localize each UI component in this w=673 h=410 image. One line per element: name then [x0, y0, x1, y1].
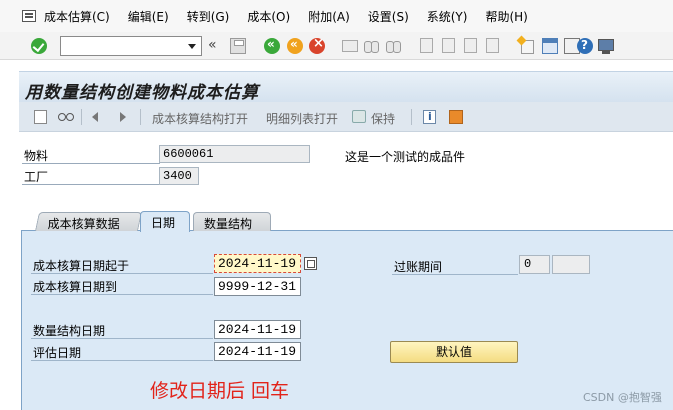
standard-toolbar: «: [0, 32, 673, 60]
toolbar-separator: [411, 109, 412, 125]
page-title: 用数量结构创建物料成本估算: [25, 83, 259, 103]
previous-icon[interactable]: [92, 112, 98, 122]
info-icon[interactable]: [423, 110, 436, 124]
toolbar-separator: [81, 109, 82, 125]
next-icon[interactable]: [120, 112, 126, 122]
find-icon[interactable]: [363, 38, 379, 54]
posting-period-field[interactable]: 0: [519, 255, 550, 274]
costing-date-to-input[interactable]: 9999-12-31: [214, 277, 301, 296]
material-description: 这是一个测试的成品件: [345, 150, 466, 164]
valuation-date-input[interactable]: 2024-11-19: [214, 342, 301, 361]
posting-period-label: 过账期间: [392, 258, 518, 275]
last-page-icon[interactable]: [486, 38, 499, 53]
title-bar: 用数量结构创建物料成本估算: [19, 71, 673, 103]
quantity-structure-date-label: 数量结构日期: [31, 322, 213, 339]
calendar-icon[interactable]: [304, 257, 317, 270]
menu-extras[interactable]: 附加(A): [308, 8, 350, 25]
app-menu-icon[interactable]: [22, 10, 36, 22]
tab-quantity-structure[interactable]: 数量结构: [193, 212, 271, 231]
menu-help[interactable]: 帮助(H): [485, 8, 527, 25]
first-page-icon[interactable]: [420, 38, 433, 53]
command-field[interactable]: [60, 36, 202, 56]
previous-page-icon[interactable]: [442, 38, 455, 53]
shortcut-icon[interactable]: [542, 38, 558, 54]
plant-label: 工厂: [22, 168, 160, 185]
application-toolbar: 成本核算结构打开 明细列表打开 保持: [19, 102, 673, 132]
material-field[interactable]: 6600061: [159, 145, 310, 163]
back-icon[interactable]: [264, 37, 280, 54]
help-icon[interactable]: [577, 38, 593, 54]
tab-quantity-structure-label: 数量结构: [204, 217, 253, 231]
costing-date-from-label: 成本核算日期起于: [31, 257, 213, 274]
next-page-icon[interactable]: [464, 38, 477, 53]
menu-settings[interactable]: 设置(S): [368, 8, 409, 25]
menu-cost[interactable]: 成本(O): [247, 8, 290, 25]
costing-structure-open-button[interactable]: 成本核算结构打开: [152, 110, 248, 127]
keep-icon[interactable]: [352, 110, 366, 123]
toolbar-separator: [140, 109, 141, 125]
menu-bar: 成本估算(C) 编辑(E) 转到(G) 成本(O) 附加(A) 设置(S) 系统…: [0, 0, 673, 32]
display-glasses-icon[interactable]: [58, 112, 74, 122]
tab-dates-label: 日期: [151, 216, 176, 230]
new-session-icon[interactable]: [519, 38, 535, 54]
posting-year-field[interactable]: [552, 255, 590, 274]
default-values-button[interactable]: 默认值: [390, 341, 518, 363]
chevron-down-icon[interactable]: [188, 44, 196, 49]
exit-icon[interactable]: [287, 37, 303, 54]
cancel-icon[interactable]: [309, 36, 325, 54]
menu-system[interactable]: 系统(Y): [427, 8, 468, 25]
structure-tree-icon[interactable]: [449, 110, 463, 124]
menu-edit[interactable]: 编辑(E): [128, 8, 169, 25]
watermark: CSDN @抱智强: [583, 391, 662, 404]
annotation-text: 修改日期后 回车: [150, 380, 290, 402]
quantity-structure-date-input[interactable]: 2024-11-19: [214, 320, 301, 339]
menu-goto[interactable]: 转到(G): [187, 8, 230, 25]
menu-costing[interactable]: 成本估算(C): [44, 8, 110, 25]
plant-field[interactable]: 3400: [159, 167, 199, 185]
tab-costing-data[interactable]: 成本核算数据: [34, 212, 143, 231]
costing-date-from-input[interactable]: 2024-11-19: [214, 254, 301, 273]
tab-dates[interactable]: 日期: [140, 211, 190, 232]
print-icon[interactable]: [342, 40, 358, 52]
enter-icon[interactable]: [31, 38, 47, 54]
new-document-icon[interactable]: [34, 110, 47, 124]
valuation-date-label: 评估日期: [31, 344, 213, 361]
save-icon[interactable]: [230, 38, 246, 54]
find-next-icon[interactable]: [385, 38, 401, 54]
customize-layout-icon[interactable]: [598, 39, 614, 54]
tab-costing-data-label: 成本核算数据: [47, 217, 120, 231]
material-label: 物料: [22, 147, 160, 164]
detail-list-open-button[interactable]: 明细列表打开: [266, 110, 338, 127]
costing-date-to-label: 成本核算日期到: [31, 278, 213, 295]
keep-button[interactable]: 保持: [371, 110, 395, 127]
collapse-icon[interactable]: «: [208, 37, 222, 53]
